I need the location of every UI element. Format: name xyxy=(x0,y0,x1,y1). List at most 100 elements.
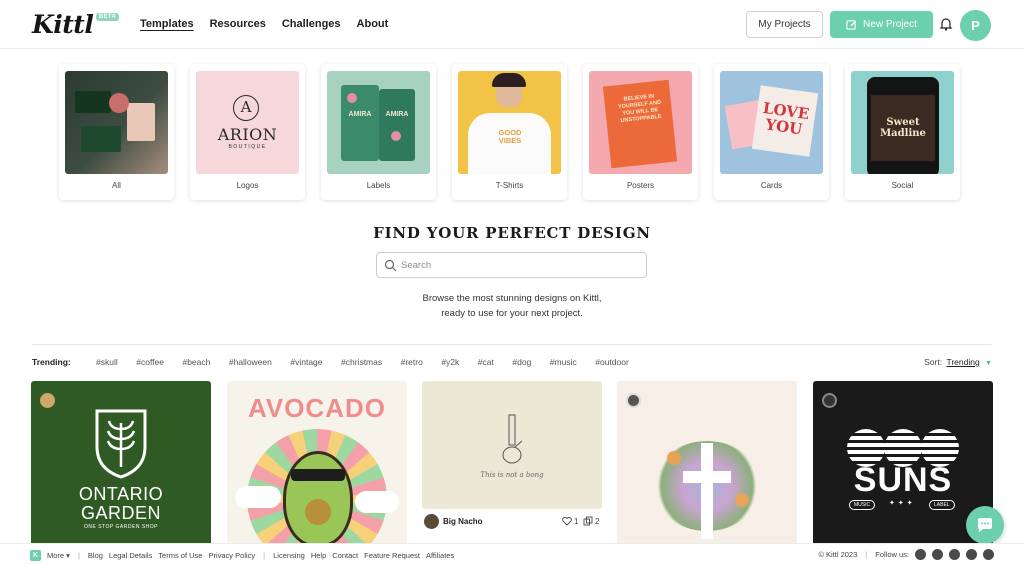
premium-badge-icon xyxy=(626,393,641,408)
kittl-logo[interactable]: Kittl xyxy=(32,10,94,39)
footer-link[interactable]: Help xyxy=(311,551,326,560)
footer-link[interactable]: Legal Details xyxy=(109,551,152,560)
card-title: ONTARIO xyxy=(78,484,164,504)
twitter-icon[interactable] xyxy=(983,549,994,560)
divider xyxy=(32,344,992,345)
template-card-bong[interactable]: This is not a bong Big Nacho 1 2 xyxy=(422,381,602,551)
category-cards[interactable]: LOVE YOU Cards xyxy=(714,64,829,200)
pinterest-icon[interactable] xyxy=(966,549,977,560)
kittl-mini-logo-icon[interactable]: K xyxy=(30,550,41,561)
sort-value[interactable]: Trending xyxy=(946,357,979,367)
new-project-button[interactable]: New Project xyxy=(830,11,933,38)
card-tag-right: LABEL xyxy=(929,500,955,510)
subtitle-line-1: Browse the most stunning designs on Kitt… xyxy=(422,293,602,304)
trending-tag[interactable]: #retro xyxy=(401,357,423,367)
category-social[interactable]: Sweet Madline Social xyxy=(845,64,960,200)
category-posters-thumbnail: BELIEVE IN YOURSELF AND YOU WILL BE UNST… xyxy=(589,71,692,174)
author-name[interactable]: Big Nacho xyxy=(443,517,483,526)
search-box[interactable] xyxy=(376,252,647,278)
category-posters[interactable]: BELIEVE IN YOURSELF AND YOU WILL BE UNST… xyxy=(583,64,698,200)
trending-tag[interactable]: #beach xyxy=(182,357,210,367)
sort-label: Sort: xyxy=(924,357,943,367)
category-logos-thumbnail: A ARION BOUTIQUE xyxy=(196,71,299,174)
copy-count: 2 xyxy=(595,517,600,526)
premium-badge-icon xyxy=(40,393,55,408)
footer-link[interactable]: Affiliates xyxy=(426,551,454,560)
category-social-thumbnail: Sweet Madline xyxy=(851,71,954,174)
chat-button[interactable] xyxy=(966,506,1004,544)
avatar[interactable]: P xyxy=(960,10,991,41)
trending-tags: #skull #coffee #beach #halloween #vintag… xyxy=(96,357,629,367)
footer-links: K More ▾ | Blog Legal Details Terms of U… xyxy=(30,550,454,561)
trending-tag[interactable]: #christmas xyxy=(341,357,382,367)
trending-tag[interactable]: #outdoor xyxy=(595,357,629,367)
trending-tag[interactable]: #music xyxy=(550,357,577,367)
trending-tag[interactable]: #coffee xyxy=(136,357,164,367)
sort-control[interactable]: Sort: Trending ▼ xyxy=(924,357,992,367)
my-projects-button[interactable]: My Projects xyxy=(746,11,823,38)
trending-label: Trending: xyxy=(32,357,71,367)
trending-tag[interactable]: #halloween xyxy=(229,357,272,367)
card-caption: This is not a bong xyxy=(480,471,544,479)
trending-tag[interactable]: #cat xyxy=(478,357,494,367)
trending-tag[interactable]: #dog xyxy=(512,357,531,367)
divider: | xyxy=(865,550,868,559)
wheat-shield-icon xyxy=(95,409,147,479)
footer: K More ▾ | Blog Legal Details Terms of U… xyxy=(0,543,1024,565)
subtitle-line-2: ready to use for your next project. xyxy=(441,308,583,319)
copyright: © Kittl 2023 xyxy=(818,550,858,559)
author-avatar[interactable] xyxy=(424,514,439,529)
footer-link[interactable]: Licensing xyxy=(273,551,305,560)
nav-templates[interactable]: Templates xyxy=(140,18,194,30)
footer-link[interactable]: Contact xyxy=(332,551,358,560)
footer-link[interactable]: Privacy Policy xyxy=(208,551,255,560)
footer-link[interactable]: Feature Request xyxy=(364,551,420,560)
premium-badge-icon xyxy=(822,393,837,408)
tshirt-art-text: GOOD VIBES xyxy=(498,128,522,145)
category-tshirts-thumbnail: GOOD VIBES xyxy=(458,71,561,174)
card-tag-left: MUSIC xyxy=(849,500,876,510)
bell-icon[interactable] xyxy=(939,17,953,31)
template-card-floral-cross[interactable] xyxy=(617,381,797,551)
follow-label: Follow us: xyxy=(875,550,909,559)
footer-link[interactable]: Terms of Use xyxy=(158,551,202,560)
edit-icon xyxy=(846,20,857,30)
heart-icon[interactable] xyxy=(562,517,572,526)
trending-tag[interactable]: #skull xyxy=(96,357,118,367)
nav-about[interactable]: About xyxy=(357,18,389,30)
nav-challenges[interactable]: Challenges xyxy=(282,18,341,30)
category-tshirts[interactable]: GOOD VIBES T-Shirts xyxy=(452,64,567,200)
category-labels[interactable]: AMIRA AMIRA Labels xyxy=(321,64,436,200)
category-label: Posters xyxy=(626,181,655,190)
category-all[interactable]: All xyxy=(59,64,174,200)
poster-art-text: BELIEVE IN YOURSELF AND YOU WILL BE UNST… xyxy=(617,93,662,125)
trending-tag[interactable]: #y2k xyxy=(441,357,459,367)
nav-resources[interactable]: Resources xyxy=(210,18,266,30)
category-logos[interactable]: A ARION BOUTIQUE Logos xyxy=(190,64,305,200)
instagram-icon[interactable] xyxy=(949,549,960,560)
category-label: Social xyxy=(891,181,914,190)
trending-tag[interactable]: #vintage xyxy=(290,357,322,367)
category-label: T-Shirts xyxy=(495,181,524,190)
template-card-avocado[interactable]: AVOCADO xyxy=(227,381,407,551)
search-icon xyxy=(384,259,397,272)
search-input[interactable] xyxy=(401,256,641,274)
bong-icon xyxy=(502,414,523,464)
logo-art-title: ARION xyxy=(217,125,278,144)
top-header: Kittl BETA Templates Resources Challenge… xyxy=(0,0,1024,49)
footer-more[interactable]: More ▾ xyxy=(47,551,70,560)
youtube-icon[interactable] xyxy=(932,549,943,560)
copy-icon[interactable] xyxy=(583,516,593,526)
beta-badge: BETA xyxy=(96,13,120,21)
template-card-ontario[interactable]: ONTARIO GARDEN ONE STOP GARDEN SHOP xyxy=(31,381,211,551)
card-title-2: GARDEN xyxy=(80,503,161,523)
logo-art-letter: A xyxy=(233,95,259,121)
footer-more-label: More xyxy=(47,551,65,560)
hero-subtitle: Browse the most stunning designs on Kitt… xyxy=(0,291,1024,321)
footer-link[interactable]: Blog xyxy=(88,551,103,560)
card-title: SUNS xyxy=(853,461,953,499)
category-strip: All A ARION BOUTIQUE Logos AMIRA AMIRA L… xyxy=(59,64,960,200)
category-label: Logos xyxy=(236,181,259,190)
trending-bar: Trending: #skull #coffee #beach #hallowe… xyxy=(32,357,992,371)
facebook-icon[interactable] xyxy=(915,549,926,560)
